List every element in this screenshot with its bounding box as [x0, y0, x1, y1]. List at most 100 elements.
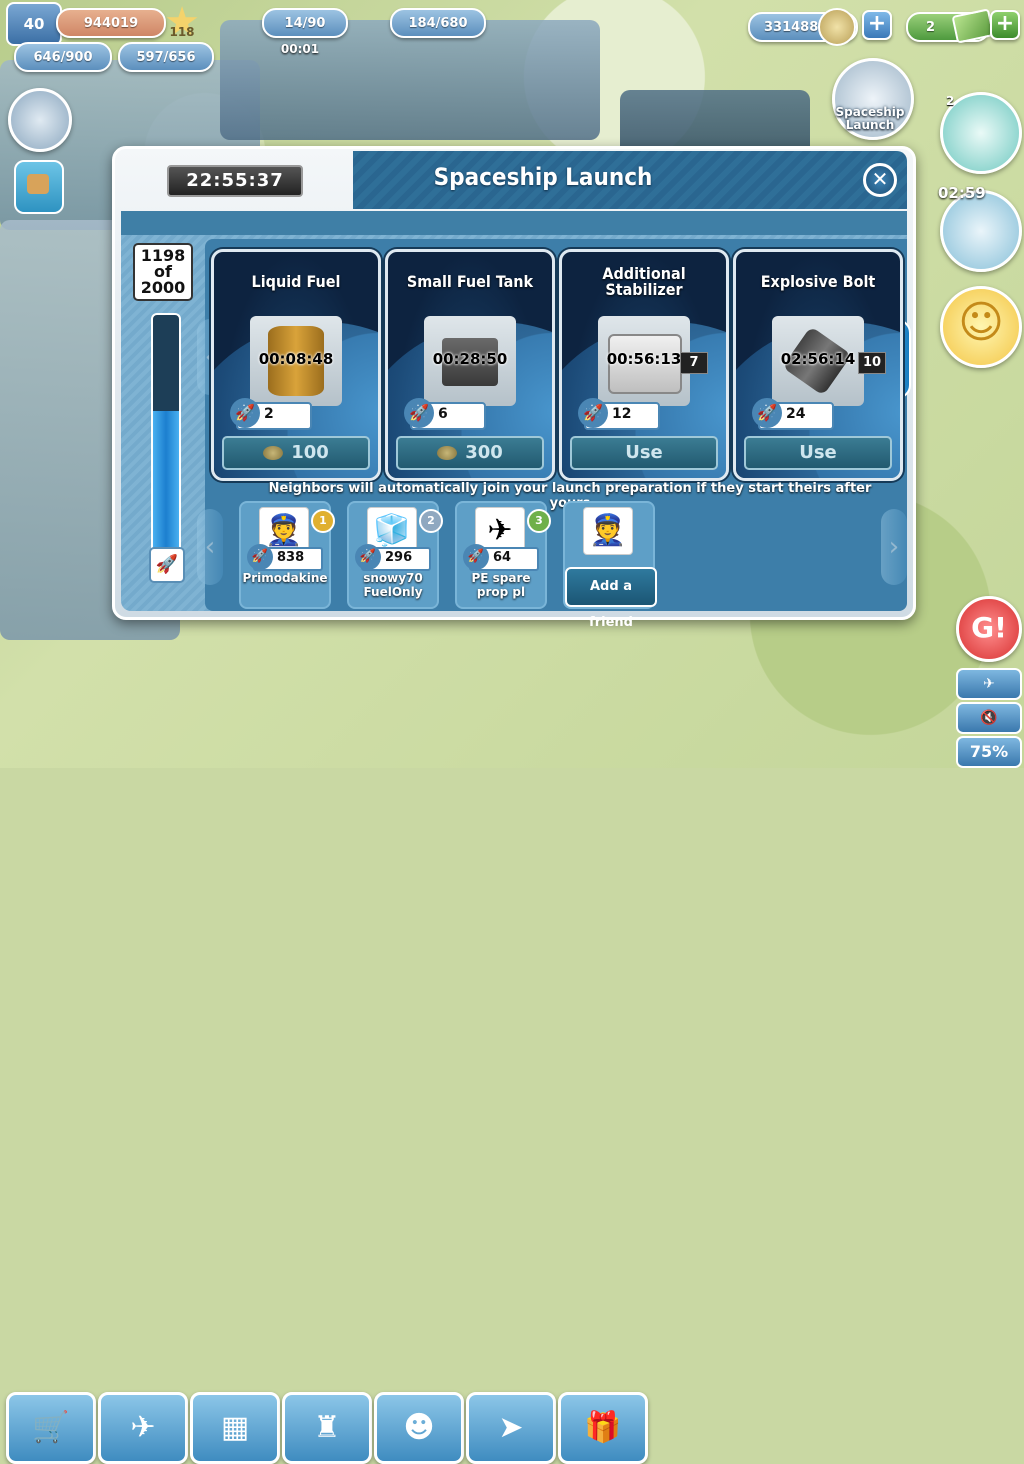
medal-icon: 1 [311, 509, 335, 533]
suitcase-icon[interactable] [14, 160, 64, 214]
item-count: 7 [680, 352, 708, 374]
rocket-points: 64 [493, 550, 512, 565]
cargo-value: 184/680 [408, 15, 468, 31]
gift-icon[interactable]: 🎁 [558, 1392, 648, 1464]
rocket-icon: 🚀 [355, 544, 381, 570]
add-coins-button[interactable]: + [862, 10, 892, 40]
dialog-body: 1198 of 2000 🚀 ‹ › ‹ › Liquid Fuel 00:08… [121, 235, 911, 630]
item-card-liquid-fuel[interactable]: Liquid Fuel 00:08:48 🚀 2 100 [211, 249, 381, 481]
zoom-level[interactable]: 75% [956, 736, 1022, 768]
fuel-timer: 00:01 [280, 42, 320, 56]
button-label: 300 [465, 442, 503, 463]
bottom-toolbar: 🛒 ✈ ▦ ♜ ☻ ➤ 🎁 [0, 694, 660, 1464]
item-timer: 00:28:50 [432, 350, 508, 368]
item-title: Liquid Fuel [251, 272, 341, 291]
rocket-points: 12 [612, 406, 632, 422]
spaceship-launch-label: Spaceship Launch [835, 105, 905, 132]
fuel-pill[interactable]: 14/90 [262, 8, 348, 38]
launch-timer: 22:55:37 [167, 165, 303, 197]
level-badge[interactable]: 40 [6, 2, 62, 46]
rocket-points: 296 [385, 550, 413, 565]
rocket-icon: 🚀 [149, 547, 185, 583]
friend-name: PE spare prop pl [471, 571, 531, 599]
cargo-pill[interactable]: 184/680 [390, 8, 486, 38]
add-pilot-icon: 👮 [583, 507, 633, 555]
buy-coins-button[interactable]: 300 [396, 436, 544, 470]
population-b-value: 597/656 [136, 49, 196, 65]
city-block [220, 20, 600, 140]
add-friend-button[interactable]: Add a friend [565, 567, 657, 630]
rocket-icon: 🚀 [404, 398, 434, 428]
friend-name: Primodakine [242, 571, 328, 585]
fuel-value: 14/90 [284, 15, 326, 31]
progress-counter: 1198 of 2000 [133, 243, 193, 301]
rocket-points: 6 [438, 406, 448, 422]
items-panel: ‹ › ‹ › Liquid Fuel 00:08:48 🚀2 100 Smal… [197, 239, 911, 630]
shop-cart-icon[interactable]: 🛒 [6, 1392, 96, 1464]
close-icon[interactable]: ✕ [863, 163, 897, 197]
buy-coins-button[interactable]: 100 [222, 436, 370, 470]
coin-icon [263, 446, 284, 460]
cash-value: 2 [926, 19, 936, 35]
plane-mode-button[interactable]: ✈ [956, 668, 1022, 700]
add-cash-button[interactable]: + [990, 10, 1020, 40]
item-timer: 00:08:48 [258, 350, 334, 368]
rocket-points: 24 [786, 406, 806, 422]
friends-icon[interactable]: ☻ [374, 1392, 464, 1464]
medal-icon: 2 [419, 509, 443, 533]
send-arrow-icon[interactable]: ➤ [466, 1392, 556, 1464]
item-card-small-fuel-tank[interactable]: Small Fuel Tank 00:28:50 🚀 6 300 [385, 249, 555, 481]
item-title: Small Fuel Tank [406, 272, 534, 291]
rocket-icon: 🚀 [247, 544, 273, 570]
tower-count: 2 [946, 94, 955, 108]
friend-card[interactable]: ✈ 3 🚀 64 PE spare prop pl [455, 501, 551, 609]
airplane-icon[interactable] [940, 190, 1022, 272]
rocket-points-badge: 🚀 838 [247, 544, 323, 571]
use-button[interactable]: Use [744, 436, 892, 470]
item-title: Additional Stabilizer [602, 264, 686, 299]
rocket-points-badge: 🚀 64 [463, 544, 539, 571]
mute-button[interactable]: 🔇 [956, 702, 1022, 734]
xp-value: 944019 [83, 15, 139, 31]
star-icon[interactable]: ★ 118 [160, 2, 204, 42]
rocket-points-badge: 🚀 6 [404, 398, 486, 430]
medal-icon: 3 [527, 509, 551, 533]
population-a-pill[interactable]: 646/900 [14, 42, 112, 72]
rocket-points-badge: 🚀 2 [230, 398, 312, 430]
rocket-icon: 🚀 [578, 398, 608, 428]
crate-icon[interactable]: ▦ [190, 1392, 280, 1464]
item-card-explosive-bolt[interactable]: Explosive Bolt 02:56:14 10 🚀 24 Use [733, 249, 903, 481]
add-friend-card[interactable]: 👮 Add a friend [563, 501, 657, 630]
launch-progress-bar [151, 313, 181, 557]
button-label: 100 [291, 442, 329, 463]
header-strip [121, 211, 907, 235]
coins-value: 331488 [764, 19, 819, 35]
rocket-icon: 🚀 [230, 398, 260, 428]
dialog-title: Spaceship Launch [433, 163, 653, 191]
item-card-additional-stabilizer[interactable]: Additional Stabilizer 00:56:13 7 🚀 12 Use [559, 249, 729, 481]
treasure-chest-icon[interactable]: ♜ [282, 1392, 372, 1464]
friend-card[interactable]: 👮 1 🚀 838 Primodakine [239, 501, 335, 609]
use-button[interactable]: Use [570, 436, 718, 470]
friends-left-arrow[interactable]: ‹ [197, 509, 223, 585]
g-icon[interactable]: G! [956, 596, 1022, 662]
rocket-points: 2 [264, 406, 274, 422]
plane-timer: 02:59 [938, 184, 986, 202]
smiley-sun-icon[interactable] [940, 286, 1022, 368]
airplane-shop-icon[interactable]: ✈ [98, 1392, 188, 1464]
headquarters-icon[interactable] [8, 88, 72, 152]
progress-total: 2000 [140, 278, 186, 297]
friend-card[interactable]: 🧊 2 🚀 296 snowy70 FuelOnly [347, 501, 443, 609]
rocket-icon: 🚀 [463, 544, 489, 570]
rocket-points-badge: 🚀 296 [355, 544, 431, 571]
rocket-points: 838 [277, 550, 305, 565]
item-title: Explosive Bolt [760, 272, 876, 291]
friends-right-arrow[interactable]: › [881, 509, 907, 585]
population-b-pill[interactable]: 597/656 [118, 42, 214, 72]
spaceship-launch-dialog: 22:55:37 Spaceship Launch ✕ 1198 of 2000… [112, 146, 916, 630]
xp-bar[interactable]: 944019 [56, 8, 166, 38]
item-count: 10 [858, 352, 886, 374]
rocket-icon: 🚀 [752, 398, 782, 428]
level-value: 40 [23, 15, 45, 33]
rocket-points-badge: 🚀 12 [578, 398, 660, 430]
